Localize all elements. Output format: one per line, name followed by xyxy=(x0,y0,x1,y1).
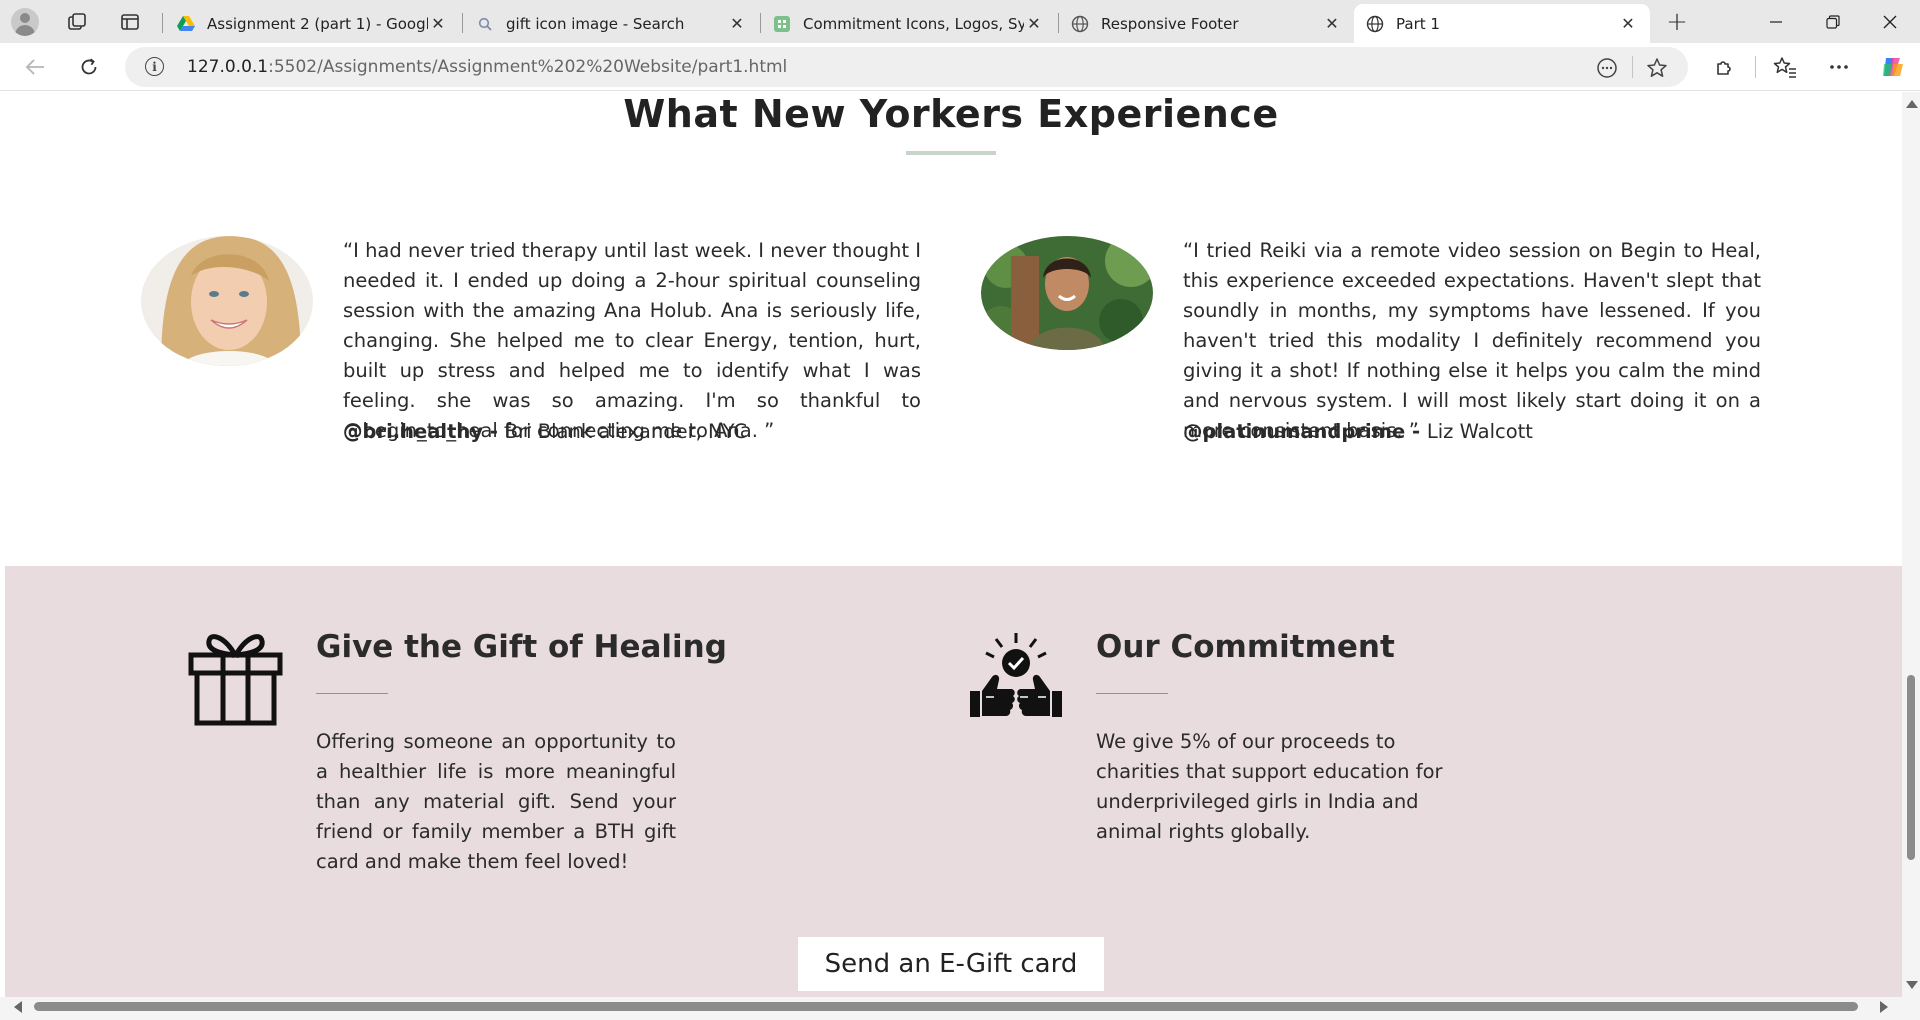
testimonial-avatar-liz xyxy=(981,236,1153,350)
horizontal-scrollbar[interactable] xyxy=(0,997,1902,1015)
url-path: :5502/Assignments/Assignment%202%20Websi… xyxy=(268,57,788,77)
gift-icon xyxy=(187,627,284,731)
tab-title: gift icon image - Search xyxy=(506,14,685,33)
testimonial-avatar-bri xyxy=(141,236,313,366)
feature-title-gift: Give the Gift of Healing xyxy=(316,629,727,665)
testimonial-author: Bri Blank alexander, NYC xyxy=(504,420,748,443)
globe-icon xyxy=(1071,15,1089,33)
tab-strip: Assignment 2 (part 1) - Google Dr ✕ gift… xyxy=(0,0,1920,43)
omnibox-divider xyxy=(1632,56,1633,78)
close-window-icon[interactable] xyxy=(1862,4,1918,40)
feature-underline xyxy=(1096,693,1168,694)
send-egift-card-button[interactable]: Send an E-Gift card xyxy=(798,937,1104,991)
attribution-separator: - xyxy=(483,420,505,443)
testimonial-author: Liz Walcott xyxy=(1426,420,1533,443)
minimize-icon[interactable] xyxy=(1748,4,1804,40)
scroll-down-arrow-icon[interactable] xyxy=(1906,981,1918,989)
favorite-star-icon[interactable] xyxy=(1645,56,1669,80)
vertical-scrollbar[interactable] xyxy=(1902,92,1920,997)
close-tab-icon[interactable]: ✕ xyxy=(1024,14,1044,33)
profile-avatar-icon[interactable] xyxy=(11,8,39,36)
more-options-circle-icon[interactable] xyxy=(1595,56,1619,80)
tab-title: Assignment 2 (part 1) - Google Dr xyxy=(207,14,428,33)
horizontal-scroll-thumb[interactable] xyxy=(34,1002,1858,1011)
testimonial-handle: @platinumandprime xyxy=(1183,420,1406,443)
scrollbar-corner xyxy=(1902,997,1920,1020)
reload-icon[interactable] xyxy=(74,52,104,82)
vertical-tabs-icon[interactable] xyxy=(115,7,145,37)
title-underline xyxy=(906,151,996,155)
testimonial-attribution-liz: @platinumandprime - Liz Walcott xyxy=(1183,420,1533,443)
feature-text-commitment: We give 5% of our proceeds to charities … xyxy=(1096,730,1443,843)
feature-underline xyxy=(316,693,388,694)
thumbs-up-commitment-icon xyxy=(966,631,1066,725)
testimonial-handle: @bri.healthy xyxy=(343,420,484,443)
back-icon[interactable] xyxy=(20,52,50,82)
tab-divider xyxy=(462,13,463,33)
address-bar[interactable]: i 127.0.0.1:5502/Assignments/Assignment%… xyxy=(125,47,1688,87)
testimonial-quote-liz: “I tried Reiki via a remote video sessio… xyxy=(1183,239,1761,442)
scroll-up-arrow-icon[interactable] xyxy=(1906,100,1918,108)
tab-title: Commitment Icons, Logos, Symbo xyxy=(803,14,1024,33)
workspaces-icon[interactable] xyxy=(62,7,92,37)
vertical-scroll-thumb[interactable] xyxy=(1907,675,1915,860)
url-host: 127.0.0.1 xyxy=(187,57,269,77)
globe-icon xyxy=(1366,15,1384,33)
toolbar: i 127.0.0.1:5502/Assignments/Assignment%… xyxy=(0,43,1920,91)
tab-part-1[interactable]: Part 1 ✕ xyxy=(1354,4,1650,43)
section-title: What New Yorkers Experience xyxy=(623,92,1279,136)
scroll-right-arrow-icon[interactable] xyxy=(1880,1001,1888,1013)
toolbar-divider xyxy=(1755,56,1756,78)
settings-more-icon[interactable] xyxy=(1824,52,1854,82)
tab-divider xyxy=(162,13,163,33)
testimonial-quote-bri: “I had never tried therapy until last we… xyxy=(343,239,921,442)
window-bottom-edge xyxy=(0,1015,1902,1020)
search-icon xyxy=(476,15,494,33)
close-tab-icon[interactable]: ✕ xyxy=(1618,14,1638,33)
tab-assignment-drive[interactable]: Assignment 2 (part 1) - Google Dr ✕ xyxy=(165,4,460,43)
scroll-left-arrow-icon[interactable] xyxy=(14,1001,22,1013)
tab-title: Part 1 xyxy=(1396,14,1440,33)
new-tab-icon[interactable]: + xyxy=(1662,7,1692,37)
favorites-icon[interactable] xyxy=(1770,52,1800,82)
features-section xyxy=(5,566,1902,997)
close-tab-icon[interactable]: ✕ xyxy=(1322,14,1342,33)
url-text[interactable]: 127.0.0.1:5502/Assignments/Assignment%20… xyxy=(187,57,787,77)
google-drive-icon xyxy=(177,15,195,33)
tab-responsive-footer[interactable]: Responsive Footer ✕ xyxy=(1059,4,1354,43)
restore-icon[interactable] xyxy=(1805,4,1861,40)
site-favicon xyxy=(773,15,791,33)
page-viewport: What New Yorkers Experience “I had never… xyxy=(0,92,1902,997)
extensions-icon[interactable] xyxy=(1710,52,1740,82)
attribution-separator: - xyxy=(1405,420,1427,443)
tab-gift-search[interactable]: gift icon image - Search ✕ xyxy=(464,4,759,43)
tab-commitment-icons[interactable]: Commitment Icons, Logos, Symbo ✕ xyxy=(761,4,1056,43)
close-tab-icon[interactable]: ✕ xyxy=(727,14,747,33)
feature-title-commitment: Our Commitment xyxy=(1096,629,1395,665)
tab-title: Responsive Footer xyxy=(1101,14,1239,33)
site-info-icon[interactable]: i xyxy=(145,57,164,76)
feature-text-gift: Offering someone an opportunity to a hea… xyxy=(316,730,676,873)
close-tab-icon[interactable]: ✕ xyxy=(428,14,448,33)
copilot-icon[interactable] xyxy=(1878,52,1908,82)
testimonial-attribution-bri: @bri.healthy - Bri Blank alexander, NYC xyxy=(343,420,747,443)
